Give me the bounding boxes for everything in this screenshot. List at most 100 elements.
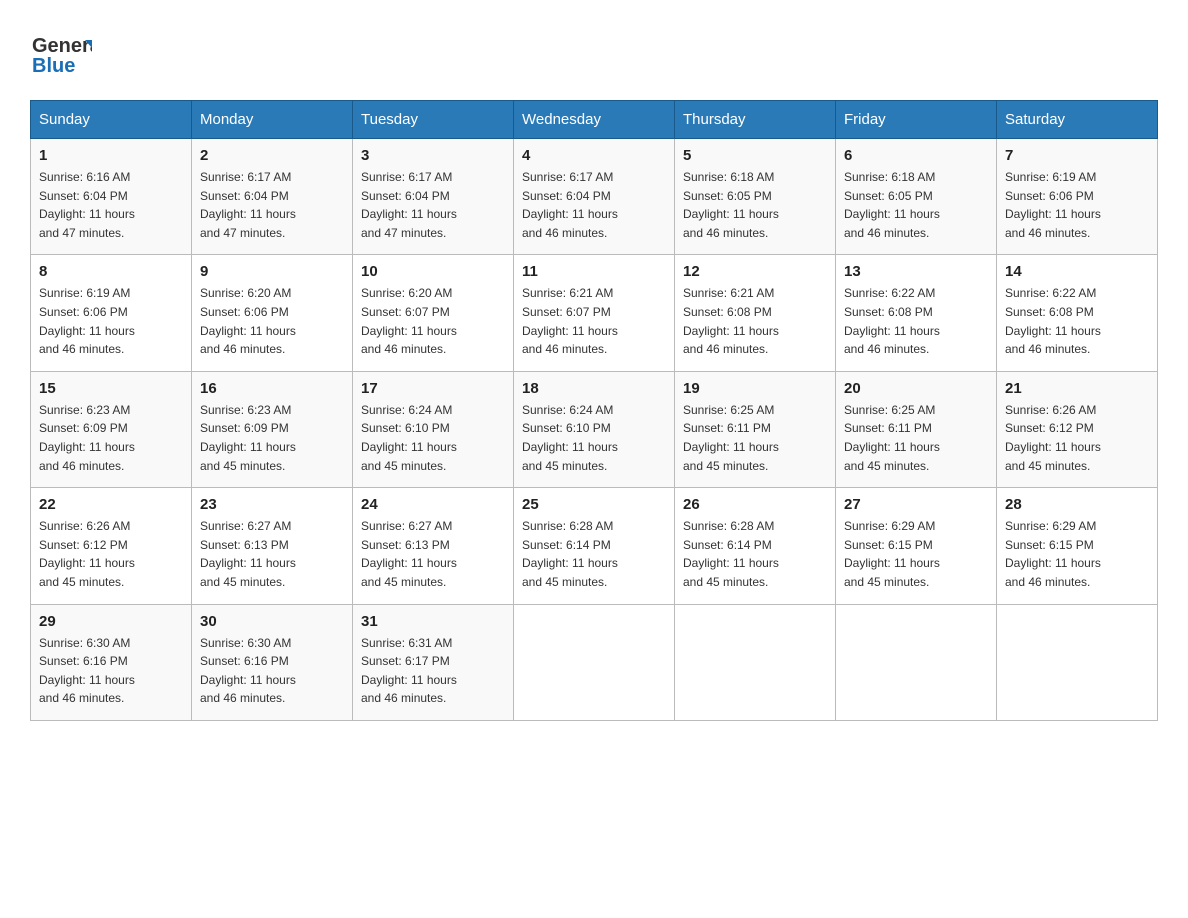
weekday-header-thursday: Thursday — [675, 101, 836, 139]
calendar-cell: 26 Sunrise: 6:28 AMSunset: 6:14 PMDayligh… — [675, 488, 836, 604]
calendar-cell: 22 Sunrise: 6:26 AMSunset: 6:12 PMDayligh… — [31, 488, 192, 604]
logo-icon: General Blue — [30, 20, 92, 82]
day-info: Sunrise: 6:27 AMSunset: 6:13 PMDaylight:… — [361, 517, 505, 591]
calendar-cell: 20 Sunrise: 6:25 AMSunset: 6:11 PMDayligh… — [836, 371, 997, 487]
day-number: 31 — [361, 613, 505, 630]
day-info: Sunrise: 6:17 AMSunset: 6:04 PMDaylight:… — [200, 168, 344, 242]
weekday-header-monday: Monday — [192, 101, 353, 139]
calendar-cell: 11 Sunrise: 6:21 AMSunset: 6:07 PMDayligh… — [514, 255, 675, 371]
calendar-cell: 12Sunrise: 6:21 AMSunset: 6:08 PMDayligh… — [675, 255, 836, 371]
day-info: Sunrise: 6:18 AMSunset: 6:05 PMDaylight:… — [683, 168, 827, 242]
day-number: 28 — [1005, 496, 1149, 513]
calendar-cell: 18 Sunrise: 6:24 AMSunset: 6:10 PMDayligh… — [514, 371, 675, 487]
calendar-cell: 3 Sunrise: 6:17 AMSunset: 6:04 PMDaylight… — [353, 139, 514, 255]
day-number: 3 — [361, 147, 505, 164]
calendar-cell: 17 Sunrise: 6:24 AMSunset: 6:10 PMDayligh… — [353, 371, 514, 487]
day-info: Sunrise: 6:19 AMSunset: 6:06 PMDaylight:… — [39, 284, 183, 358]
day-info: Sunrise: 6:30 AMSunset: 6:16 PMDaylight:… — [39, 634, 183, 708]
day-info: Sunrise: 6:23 AMSunset: 6:09 PMDaylight:… — [39, 401, 183, 475]
day-info: Sunrise: 6:16 AMSunset: 6:04 PMDaylight:… — [39, 168, 183, 242]
day-number: 20 — [844, 380, 988, 397]
day-info: Sunrise: 6:28 AMSunset: 6:14 PMDaylight:… — [683, 517, 827, 591]
calendar-cell: 4 Sunrise: 6:17 AMSunset: 6:04 PMDaylight… — [514, 139, 675, 255]
day-info: Sunrise: 6:31 AMSunset: 6:17 PMDaylight:… — [361, 634, 505, 708]
day-number: 21 — [1005, 380, 1149, 397]
day-info: Sunrise: 6:23 AMSunset: 6:09 PMDaylight:… — [200, 401, 344, 475]
day-info: Sunrise: 6:22 AMSunset: 6:08 PMDaylight:… — [1005, 284, 1149, 358]
day-info: Sunrise: 6:30 AMSunset: 6:16 PMDaylight:… — [200, 634, 344, 708]
day-info: Sunrise: 6:24 AMSunset: 6:10 PMDaylight:… — [361, 401, 505, 475]
day-number: 4 — [522, 147, 666, 164]
calendar-cell: 29 Sunrise: 6:30 AMSunset: 6:16 PMDayligh… — [31, 604, 192, 720]
calendar-cell — [997, 604, 1158, 720]
day-info: Sunrise: 6:26 AMSunset: 6:12 PMDaylight:… — [1005, 401, 1149, 475]
day-number: 22 — [39, 496, 183, 513]
calendar-cell: 23Sunrise: 6:27 AMSunset: 6:13 PMDayligh… — [192, 488, 353, 604]
day-info: Sunrise: 6:25 AMSunset: 6:11 PMDaylight:… — [844, 401, 988, 475]
calendar-cell: 31 Sunrise: 6:31 AMSunset: 6:17 PMDayligh… — [353, 604, 514, 720]
calendar-cell: 19 Sunrise: 6:25 AMSunset: 6:11 PMDayligh… — [675, 371, 836, 487]
day-info: Sunrise: 6:26 AMSunset: 6:12 PMDaylight:… — [39, 517, 183, 591]
day-number: 26 — [683, 496, 827, 513]
day-number: 27 — [844, 496, 988, 513]
calendar-cell: 6Sunrise: 6:18 AMSunset: 6:05 PMDaylight… — [836, 139, 997, 255]
calendar-cell: 1 Sunrise: 6:16 AMSunset: 6:04 PMDaylight… — [31, 139, 192, 255]
day-info: Sunrise: 6:29 AMSunset: 6:15 PMDaylight:… — [1005, 517, 1149, 591]
day-info: Sunrise: 6:17 AMSunset: 6:04 PMDaylight:… — [522, 168, 666, 242]
calendar-cell — [836, 604, 997, 720]
day-number: 24 — [361, 496, 505, 513]
day-info: Sunrise: 6:28 AMSunset: 6:14 PMDaylight:… — [522, 517, 666, 591]
day-info: Sunrise: 6:20 AMSunset: 6:07 PMDaylight:… — [361, 284, 505, 358]
day-info: Sunrise: 6:18 AMSunset: 6:05 PMDaylight:… — [844, 168, 988, 242]
day-number: 8 — [39, 263, 183, 280]
day-number: 17 — [361, 380, 505, 397]
weekday-header-tuesday: Tuesday — [353, 101, 514, 139]
day-info: Sunrise: 6:29 AMSunset: 6:15 PMDaylight:… — [844, 517, 988, 591]
day-info: Sunrise: 6:19 AMSunset: 6:06 PMDaylight:… — [1005, 168, 1149, 242]
day-number: 30 — [200, 613, 344, 630]
calendar-cell — [514, 604, 675, 720]
calendar-cell: 30 Sunrise: 6:30 AMSunset: 6:16 PMDayligh… — [192, 604, 353, 720]
calendar-table: SundayMondayTuesdayWednesdayThursdayFrid… — [30, 100, 1158, 721]
day-number: 14 — [1005, 263, 1149, 280]
day-number: 1 — [39, 147, 183, 164]
day-number: 12 — [683, 263, 827, 280]
day-info: Sunrise: 6:22 AMSunset: 6:08 PMDaylight:… — [844, 284, 988, 358]
calendar-cell: 13 Sunrise: 6:22 AMSunset: 6:08 PMDayligh… — [836, 255, 997, 371]
day-number: 11 — [522, 263, 666, 280]
day-number: 5 — [683, 147, 827, 164]
day-info: Sunrise: 6:17 AMSunset: 6:04 PMDaylight:… — [361, 168, 505, 242]
day-info: Sunrise: 6:25 AMSunset: 6:11 PMDaylight:… — [683, 401, 827, 475]
day-number: 13 — [844, 263, 988, 280]
day-number: 15 — [39, 380, 183, 397]
calendar-cell: 10 Sunrise: 6:20 AMSunset: 6:07 PMDayligh… — [353, 255, 514, 371]
day-number: 7 — [1005, 147, 1149, 164]
svg-text:Blue: Blue — [32, 55, 75, 77]
calendar-cell: 8 Sunrise: 6:19 AMSunset: 6:06 PMDaylight… — [31, 255, 192, 371]
day-number: 16 — [200, 380, 344, 397]
day-number: 19 — [683, 380, 827, 397]
calendar-cell — [675, 604, 836, 720]
weekday-header-friday: Friday — [836, 101, 997, 139]
page-header: General Blue — [30, 20, 1158, 82]
calendar-cell: 16 Sunrise: 6:23 AMSunset: 6:09 PMDayligh… — [192, 371, 353, 487]
calendar-cell: 15 Sunrise: 6:23 AMSunset: 6:09 PMDayligh… — [31, 371, 192, 487]
day-info: Sunrise: 6:21 AMSunset: 6:07 PMDaylight:… — [522, 284, 666, 358]
day-info: Sunrise: 6:20 AMSunset: 6:06 PMDaylight:… — [200, 284, 344, 358]
weekday-header-sunday: Sunday — [31, 101, 192, 139]
day-info: Sunrise: 6:27 AMSunset: 6:13 PMDaylight:… — [200, 517, 344, 591]
day-number: 2 — [200, 147, 344, 164]
calendar-cell: 21 Sunrise: 6:26 AMSunset: 6:12 PMDayligh… — [997, 371, 1158, 487]
calendar-cell: 5 Sunrise: 6:18 AMSunset: 6:05 PMDaylight… — [675, 139, 836, 255]
day-number: 18 — [522, 380, 666, 397]
calendar-cell: 14 Sunrise: 6:22 AMSunset: 6:08 PMDayligh… — [997, 255, 1158, 371]
weekday-header-saturday: Saturday — [997, 101, 1158, 139]
svg-text:General: General — [32, 35, 92, 57]
day-number: 10 — [361, 263, 505, 280]
day-info: Sunrise: 6:24 AMSunset: 6:10 PMDaylight:… — [522, 401, 666, 475]
day-number: 9 — [200, 263, 344, 280]
calendar-cell: 7 Sunrise: 6:19 AMSunset: 6:06 PMDaylight… — [997, 139, 1158, 255]
calendar-cell: 9 Sunrise: 6:20 AMSunset: 6:06 PMDaylight… — [192, 255, 353, 371]
day-number: 25 — [522, 496, 666, 513]
day-number: 29 — [39, 613, 183, 630]
